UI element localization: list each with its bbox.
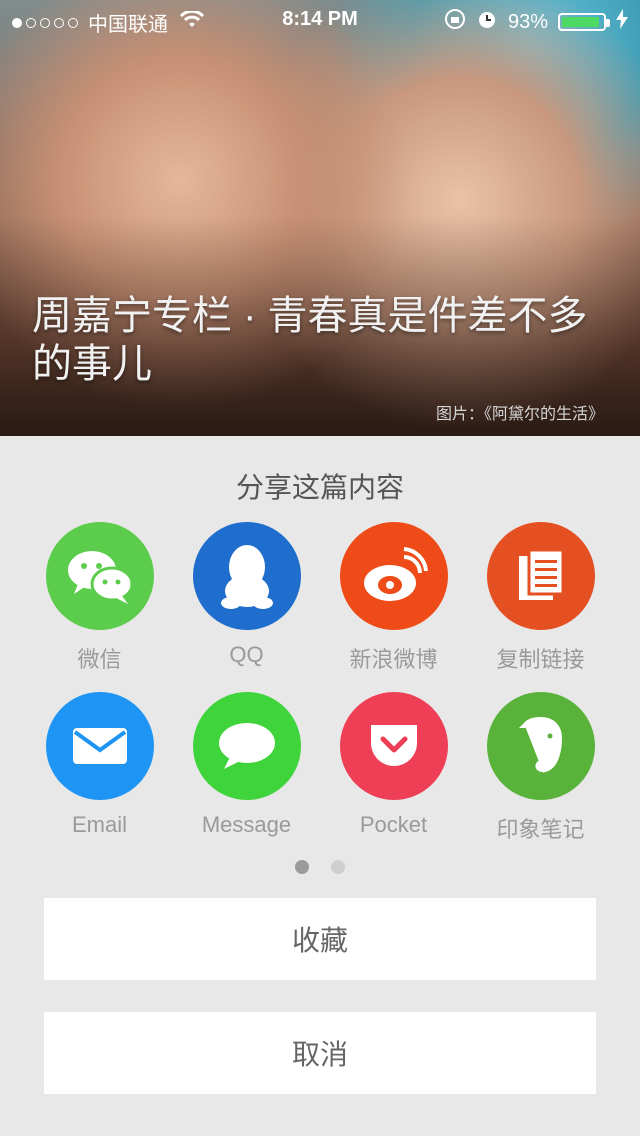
message-bubble-icon	[192, 692, 301, 800]
share-option-qq[interactable]: QQ	[173, 522, 320, 668]
share-option-label: Email	[71, 812, 127, 837]
wechat-icon	[45, 522, 154, 630]
share-sheet-title: 分享这篇内容	[235, 472, 404, 503]
page-indicator-dot[interactable]	[295, 860, 309, 874]
status-bar: 中国联通 8:14 PM 93%	[0, 0, 640, 40]
battery-icon	[558, 13, 610, 31]
battery-cap	[606, 19, 610, 27]
share-option-label: 复制链接	[496, 647, 585, 672]
hero-caption: 图片：《阿黛尔的生活》	[435, 406, 604, 423]
status-right: 93%	[444, 8, 628, 36]
mail-icon	[45, 692, 154, 800]
share-option-email[interactable]: Email	[26, 692, 173, 838]
charging-bolt-icon	[616, 9, 628, 35]
copy-link-icon	[486, 522, 595, 630]
share-option-label: Pocket	[359, 812, 428, 837]
weibo-icon	[339, 522, 448, 630]
battery-percent: 93%	[507, 10, 548, 33]
rotation-lock-icon	[444, 8, 466, 36]
hero-image: 周嘉宁专栏 · 青春真是件差不多的事儿 图片：《阿黛尔的生活》	[0, 0, 640, 436]
share-sheet: 分享这篇内容 微信 QQ 新浪微博 复制链接 Email Message Poc…	[0, 436, 640, 1136]
evernote-icon	[486, 692, 595, 800]
share-option-wechat[interactable]: 微信	[26, 522, 173, 674]
qq-penguin-icon	[192, 522, 301, 630]
share-option-weibo[interactable]: 新浪微博	[320, 522, 467, 674]
favorite-button[interactable]: 收藏	[44, 898, 596, 980]
share-option-label: 印象笔记	[496, 817, 585, 842]
share-option-pocket[interactable]: Pocket	[320, 692, 467, 838]
pocket-icon	[339, 692, 448, 800]
share-option-message[interactable]: Message	[173, 692, 320, 838]
share-option-label: 微信	[77, 647, 122, 672]
share-option-evernote[interactable]: 印象笔记	[467, 692, 614, 844]
share-option-label: QQ	[229, 642, 264, 667]
share-option-label: 新浪微博	[349, 647, 438, 672]
page-indicator-dot[interactable]	[331, 860, 345, 874]
hero-title: 周嘉宁专栏 · 青春真是件差不多的事儿	[32, 294, 588, 386]
alarm-icon	[476, 8, 498, 36]
share-option-copy-link[interactable]: 复制链接	[467, 522, 614, 674]
page-indicator	[0, 860, 640, 874]
share-option-label: Message	[201, 812, 292, 837]
cancel-button[interactable]: 取消	[44, 1012, 596, 1094]
battery-fill	[562, 17, 600, 27]
